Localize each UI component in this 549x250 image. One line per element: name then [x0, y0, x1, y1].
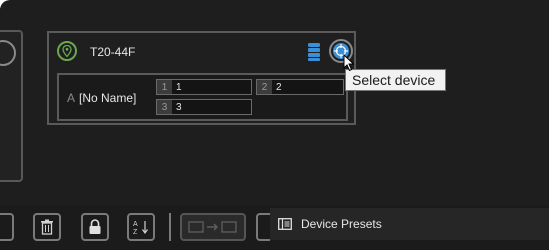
presets-label: Device Presets: [301, 217, 382, 231]
channel-box: A [No Name] 1 1 2 2 3 3: [57, 73, 348, 121]
slot-number: 3: [157, 100, 172, 114]
database-icon: [307, 43, 321, 66]
toolbar-separator: [169, 213, 171, 241]
move-button[interactable]: [180, 213, 246, 241]
slot-number: 2: [257, 80, 272, 94]
lock-icon: [89, 219, 101, 234]
channel-label: [No Name]: [79, 91, 137, 105]
slot-value: 1: [176, 81, 182, 93]
slot-number: 1: [157, 80, 172, 94]
device-name: T20-44F: [90, 45, 136, 59]
slot-3[interactable]: 3 3: [156, 99, 252, 115]
device-presets-tab[interactable]: Device Presets: [270, 208, 549, 240]
delete-button[interactable]: [33, 213, 61, 241]
move-icon: [188, 221, 237, 233]
tooltip: Select device: [345, 69, 446, 91]
toolbar-button-partial[interactable]: [0, 213, 14, 241]
app-window: T20-44F A [No Name] 1 1 2 2 3 3 Select d…: [0, 0, 549, 250]
slot-value: 2: [276, 81, 282, 93]
channel-letter: A: [67, 91, 76, 105]
device-card[interactable]: T20-44F A [No Name] 1 1 2 2 3 3: [47, 31, 356, 125]
svg-text:A: A: [133, 221, 138, 228]
toolbar-button-partial-right[interactable]: [256, 213, 270, 241]
sort-button[interactable]: A Z: [127, 213, 155, 241]
slot-2[interactable]: 2 2: [256, 79, 344, 95]
slot-value: 3: [176, 101, 182, 113]
sort-az-icon: A Z: [133, 221, 148, 235]
slot-1[interactable]: 1 1: [156, 79, 252, 95]
presets-icon: [278, 218, 292, 230]
lock-button[interactable]: [81, 213, 109, 241]
svg-text:Z: Z: [133, 229, 138, 235]
main-panel: T20-44F A [No Name] 1 1 2 2 3 3 Select d…: [0, 8, 549, 206]
mouse-cursor-icon: [343, 53, 355, 77]
map-pin-icon: [57, 41, 77, 61]
trash-icon: [41, 219, 53, 235]
